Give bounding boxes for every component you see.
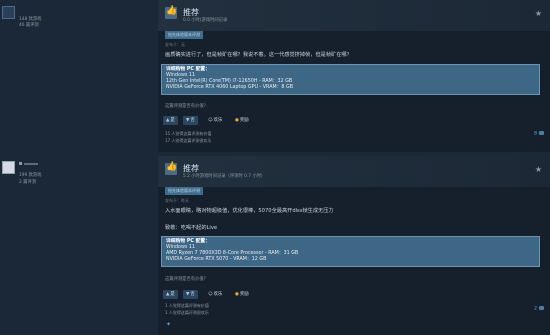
author-name[interactable] bbox=[19, 161, 38, 167]
smiley-icon: ☺ bbox=[208, 292, 213, 297]
posted-date: 发布于：昨天 bbox=[165, 198, 189, 203]
helpful-question: 这篇评测是否有价值？ bbox=[165, 104, 208, 109]
award-icon: ● bbox=[235, 292, 239, 297]
pc-spec-box: 详细购物 PC 配置： Windows 11 12th Gen Intel(R)… bbox=[161, 64, 540, 95]
review-card: 199 款游戏 2 篇评测 推荐 5.2 小时游戏时间记录（评测时 0.7 小时… bbox=[0, 156, 550, 335]
comment-count[interactable]: 2 bbox=[534, 306, 544, 312]
review-text: 画质确实进行了，但是帧矿在哪？我说不着。这一代感觉挤掉帧，但是帧矿在哪？ bbox=[165, 52, 352, 58]
vote-no-button[interactable]: ▼否 bbox=[183, 116, 198, 125]
helpful-count: 15 人觉得这篇评测有价值 bbox=[165, 131, 212, 136]
vote-yes-button[interactable]: ▲是 bbox=[163, 290, 178, 299]
comment-icon bbox=[539, 306, 544, 310]
early-access-tag: 抢先体验版本评测 bbox=[165, 187, 203, 195]
thumbs-down-icon: ▼ bbox=[186, 118, 190, 123]
funny-count: 1 人觉得这篇评测很欢乐 bbox=[165, 310, 209, 315]
vote-award-button[interactable]: ●奖励 bbox=[232, 290, 252, 299]
author-level-bar bbox=[24, 162, 38, 165]
author-games-owned[interactable]: 199 款游戏 bbox=[19, 172, 41, 178]
award-icon: ● bbox=[235, 118, 239, 123]
posted-date: 发布于：无 bbox=[165, 42, 185, 47]
review-text: 致敬：吃喝不起的Live bbox=[165, 225, 218, 231]
thumbs-down-icon: ▼ bbox=[186, 292, 190, 297]
vote-funny-button[interactable]: ☺欢乐 bbox=[205, 116, 225, 125]
smiley-icon: ☺ bbox=[208, 118, 213, 123]
playtime-hours: 0.0 小时(游戏时间记录 bbox=[183, 18, 228, 23]
review-card: 148 款游戏 46 篇评测 推荐 0.0 小时(游戏时间记录 ★ 抢先体验版本… bbox=[0, 0, 550, 152]
vote-no-button[interactable]: ▼否 bbox=[183, 290, 198, 299]
pc-spec-box: 详细购物 PC 配置： Windows 11 AMD Ryzen 7 7800X… bbox=[161, 236, 540, 267]
spec-gpu: NVIDIA GeForce RTX 5070 - VRAM：12 GB bbox=[166, 257, 267, 263]
review-text: 入水面眼睛，略对物超级值，优化很棒，5070全最高开dlss帧生成无压力 bbox=[165, 208, 334, 214]
vote-funny-button[interactable]: ☺欢乐 bbox=[205, 290, 225, 299]
review-author: 199 款游戏 2 篇评测 bbox=[0, 156, 160, 335]
thumbs-up-icon: ▲ bbox=[166, 118, 170, 123]
award-star-icon[interactable]: ★ bbox=[535, 9, 542, 18]
review-content: 推荐 0.0 小时(游戏时间记录 ★ 抢先体验版本评测 发布于：无 画质确实进行… bbox=[158, 0, 550, 152]
helpful-question: 这篇评测是否有价值？ bbox=[165, 277, 208, 282]
helpful-count: 1 人觉得这篇评测有价值 bbox=[165, 303, 209, 308]
review-content: 推荐 5.2 小时游戏时间记录（评测时 0.7 小时） ★ 抢先体验版本评测 发… bbox=[158, 156, 550, 335]
review-author: 148 款游戏 46 篇评测 bbox=[0, 0, 160, 152]
playtime-hours: 5.2 小时游戏时间记录（评测时 0.7 小时） bbox=[183, 174, 266, 179]
review-header bbox=[158, 0, 550, 31]
early-access-tag: 抢先体验版本评测 bbox=[165, 31, 203, 39]
thumbs-up-icon bbox=[165, 162, 177, 175]
thumbs-up-icon: ▲ bbox=[166, 292, 170, 297]
community-award-icon[interactable]: ✦ bbox=[166, 321, 171, 328]
author-avatar[interactable] bbox=[2, 161, 15, 174]
author-reviews-count[interactable]: 46 篇评测 bbox=[19, 22, 39, 28]
thumbs-up-icon bbox=[165, 6, 177, 19]
funny-count: 17 人觉得这篇评测很欢乐 bbox=[165, 138, 212, 143]
comment-count[interactable]: 8 bbox=[534, 131, 544, 137]
comment-icon bbox=[539, 131, 544, 135]
author-badge-icon bbox=[19, 162, 22, 165]
vote-award-button[interactable]: ●奖励 bbox=[232, 116, 252, 125]
award-star-icon[interactable]: ★ bbox=[535, 165, 542, 174]
spec-gpu: NVIDIA GeForce RTX 4060 Laptop GPU - VRA… bbox=[166, 85, 293, 91]
author-avatar[interactable] bbox=[2, 6, 15, 19]
author-reviews-count[interactable]: 2 篇评测 bbox=[19, 179, 36, 185]
vote-yes-button[interactable]: ▲是 bbox=[163, 116, 178, 125]
review-header bbox=[158, 156, 550, 187]
